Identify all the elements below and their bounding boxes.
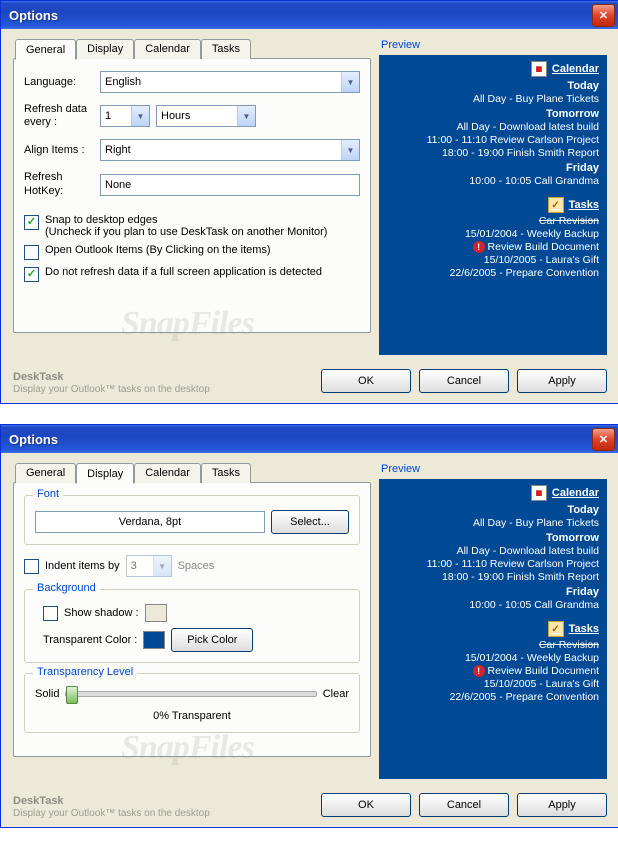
snap-label: Snap to desktop edges (Uncheck if you pl… <box>45 214 327 238</box>
chevron-down-icon: ▼ <box>341 140 359 160</box>
refresh-num-value: 1 <box>105 110 111 122</box>
solid-label: Solid <box>35 688 59 700</box>
ok-button[interactable]: OK <box>321 793 411 817</box>
hotkey-input[interactable]: None <box>100 174 360 196</box>
tasks-icon: ✓ <box>548 197 564 213</box>
indent-number[interactable]: 3▼ <box>126 555 172 577</box>
chevron-down-icon: ▼ <box>237 106 255 126</box>
transparent-swatch[interactable] <box>143 631 165 649</box>
pick-color-button[interactable]: Pick Color <box>171 628 253 652</box>
tab-general[interactable]: General <box>15 39 76 60</box>
shadow-checkbox[interactable] <box>43 606 58 621</box>
refresh-unit[interactable]: Hours ▼ <box>156 105 256 127</box>
refresh-number[interactable]: 1 ▼ <box>100 105 150 127</box>
background-group-title: Background <box>33 582 100 594</box>
apply-button[interactable]: Apply <box>517 793 607 817</box>
brand: DeskTaskDisplay your Outlook™ tasks on t… <box>13 371 210 395</box>
tab-display[interactable]: Display <box>76 463 134 484</box>
clear-label: Clear <box>323 688 349 700</box>
chevron-down-icon: ▼ <box>341 72 359 92</box>
indent-checkbox[interactable] <box>24 559 39 574</box>
slider-thumb[interactable] <box>66 686 78 704</box>
chevron-down-icon: ▼ <box>153 556 171 576</box>
align-select[interactable]: Right ▼ <box>100 139 360 161</box>
transparency-value: 0% Transparent <box>35 710 349 722</box>
shadow-label: Show shadow : <box>64 607 139 619</box>
no-refresh-checkbox[interactable] <box>24 267 39 282</box>
window-title: Options <box>9 8 592 23</box>
tab-tasks[interactable]: Tasks <box>201 39 251 59</box>
refresh-unit-value: Hours <box>161 110 190 122</box>
close-icon: ✕ <box>599 9 608 22</box>
close-button[interactable]: ✕ <box>592 428 615 451</box>
tab-display[interactable]: Display <box>76 39 134 59</box>
indent-label: Indent items by <box>45 560 120 572</box>
indent-unit: Spaces <box>178 560 215 572</box>
shadow-swatch[interactable] <box>145 604 167 622</box>
align-value: Right <box>105 144 131 156</box>
cancel-button[interactable]: Cancel <box>419 793 509 817</box>
open-outlook-label: Open Outlook Items (By Clicking on the i… <box>45 244 271 256</box>
language-select[interactable]: English ▼ <box>100 71 360 93</box>
no-refresh-label: Do not refresh data if a full screen app… <box>45 266 322 278</box>
hotkey-value: None <box>105 179 131 191</box>
tab-calendar[interactable]: Calendar <box>134 39 201 59</box>
window-title: Options <box>9 432 592 447</box>
font-display: Verdana, 8pt <box>35 511 265 533</box>
calendar-icon: ▦ <box>531 61 547 77</box>
align-label: Align Items : <box>24 144 94 156</box>
alert-icon: ! <box>473 665 485 677</box>
preview-panel: ▦Calendar Today All Day - Buy Plane Tick… <box>379 55 607 355</box>
open-outlook-checkbox[interactable] <box>24 245 39 260</box>
tab-general[interactable]: General <box>15 463 76 483</box>
apply-button[interactable]: Apply <box>517 369 607 393</box>
calendar-icon: ▦ <box>531 485 547 501</box>
preview-label: Preview <box>379 463 607 475</box>
refresh-label: Refresh data every : <box>24 103 94 129</box>
cancel-button[interactable]: Cancel <box>419 369 509 393</box>
preview-label: Preview <box>379 39 607 51</box>
snap-checkbox[interactable] <box>24 215 39 230</box>
preview-panel: ▦Calendar Today All Day - Buy Plane Tick… <box>379 479 607 779</box>
tab-calendar[interactable]: Calendar <box>134 463 201 483</box>
hotkey-label: Refresh HotKey: <box>24 171 94 197</box>
close-button[interactable]: ✕ <box>592 4 615 27</box>
transparency-slider[interactable] <box>65 691 316 697</box>
close-icon: ✕ <box>599 433 608 446</box>
ok-button[interactable]: OK <box>321 369 411 393</box>
font-select-button[interactable]: Select... <box>271 510 349 534</box>
language-value: English <box>105 76 141 88</box>
chevron-down-icon: ▼ <box>131 106 149 126</box>
font-group-title: Font <box>33 488 63 500</box>
language-label: Language: <box>24 76 94 88</box>
brand: DeskTaskDisplay your Outlook™ tasks on t… <box>13 795 210 819</box>
alert-icon: ! <box>473 241 485 253</box>
tasks-icon: ✓ <box>548 621 564 637</box>
transparency-group-title: Transparency Level <box>33 666 137 678</box>
transparent-label: Transparent Color : <box>43 634 137 646</box>
tab-tasks[interactable]: Tasks <box>201 463 251 483</box>
